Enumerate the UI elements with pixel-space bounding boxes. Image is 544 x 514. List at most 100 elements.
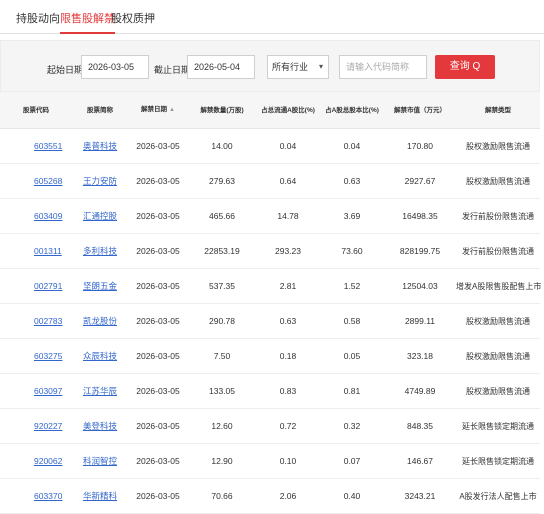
table-row: 001311 多利科技 2026-03-05 22853.19 293.23 73.60 8… (0, 233, 540, 269)
table-body: 603551 奥普科技 2026-03-05 14.00 0.04 0.04 170.80 股… (0, 128, 541, 514)
col-header-qty[interactable]: 解禁数量(万股) (188, 92, 256, 129)
cell-date: 2026-03-05 (128, 233, 188, 269)
cell-value: 170.80 (384, 128, 456, 164)
cell-date: 2026-03-05 (128, 373, 188, 409)
cell-pct-total: 0.32 (320, 408, 384, 444)
cell-name-link[interactable]: 江苏华辰 (83, 386, 117, 396)
cell-pct-float: 0.63 (256, 303, 320, 339)
cell-code-link[interactable]: 605268 (34, 176, 62, 186)
cell-qty: 70.66 (188, 478, 256, 514)
cell-pct-float: 0.04 (256, 128, 320, 164)
cell-date: 2026-03-05 (128, 163, 188, 199)
cell-code: 603097 (0, 373, 72, 409)
sort-icon[interactable]: ▲ (169, 107, 175, 113)
cell-name: 美登科技 (72, 408, 128, 444)
cell-date: 2026-03-05 (128, 408, 188, 444)
industry-select[interactable]: 所有行业 ▾ (267, 55, 329, 79)
cell-pct-float: 14.78 (256, 198, 320, 234)
table-row: 920062 科润智控 2026-03-05 12.90 0.10 0.07 146.67 延… (0, 443, 540, 479)
cell-type: 股权激励限售流通 (456, 128, 540, 164)
col-header-name[interactable]: 股票简称 (72, 92, 128, 129)
cell-value: 323.18 (384, 338, 456, 374)
cell-qty: 290.78 (188, 303, 256, 339)
cell-name: 江苏华辰 (72, 373, 128, 409)
cell-code: 605268 (0, 163, 72, 199)
cell-type: 发行前股份限售流通 (456, 198, 540, 234)
cell-pct-float: 293.23 (256, 233, 320, 269)
cell-code-link[interactable]: 001311 (34, 246, 62, 256)
cell-pct-total: 1.52 (320, 268, 384, 304)
cell-type: 增发A股限售股配售上市 (456, 268, 541, 304)
filter-bar: 起始日期： 2026-03-05 截止日期： 2026-05-04 所有行业 ▾… (0, 40, 540, 92)
cell-qty: 12.90 (188, 443, 256, 479)
cell-value: 4749.89 (384, 373, 456, 409)
cell-name: 坚朗五金 (72, 268, 128, 304)
cell-date: 2026-03-05 (128, 478, 188, 514)
table-row: 603551 奥普科技 2026-03-05 14.00 0.04 0.04 170.80 股… (0, 128, 540, 164)
cell-code-link[interactable]: 920062 (34, 456, 62, 466)
table-row: 002783 凯龙股份 2026-03-05 290.78 0.63 0.58 2899.1… (0, 303, 540, 339)
industry-select-value: 所有行业 (272, 62, 309, 72)
cell-qty: 22853.19 (188, 233, 256, 269)
search-input[interactable]: 请输入代码简称 (339, 55, 427, 79)
cell-name-link[interactable]: 众辰科技 (83, 351, 117, 361)
cell-type: 股权激励限售流通 (456, 373, 540, 409)
col-header-type[interactable]: 解禁类型 (456, 92, 540, 129)
col-header-date[interactable]: 解禁日期 ▲ (128, 92, 188, 129)
start-date-input[interactable]: 2026-03-05 (81, 55, 149, 79)
cell-value: 2927.67 (384, 163, 456, 199)
cell-code-link[interactable]: 603370 (34, 491, 62, 501)
cell-name-link[interactable]: 奥普科技 (83, 141, 117, 151)
cell-value: 146.67 (384, 443, 456, 479)
cell-date: 2026-03-05 (128, 268, 188, 304)
col-header-value[interactable]: 解禁市值（万元） (384, 92, 456, 129)
col-header-pct-float[interactable]: 占总流通A股比(%) (256, 92, 320, 129)
cell-code-link[interactable]: 603409 (34, 211, 62, 221)
table-header-row: 股票代码 股票简称 解禁日期 ▲ 解禁数量(万股) 占总流通A股比(%) 占A股总… (0, 92, 540, 129)
cell-pct-float: 0.18 (256, 338, 320, 374)
cell-code: 001311 (0, 233, 72, 269)
cell-type: 股权激励限售流通 (456, 303, 540, 339)
cell-qty: 7.50 (188, 338, 256, 374)
cell-value: 16498.35 (384, 198, 456, 234)
tab-holding-trends[interactable]: 持股动向 (16, 10, 60, 26)
cell-name-link[interactable]: 华新精科 (83, 491, 117, 501)
query-button[interactable]: 查询 Q (435, 55, 495, 79)
cell-code-link[interactable]: 603551 (34, 141, 62, 151)
cell-type: 股权激励限售流通 (456, 163, 540, 199)
cell-name: 华新精科 (72, 478, 128, 514)
cell-name-link[interactable]: 科润智控 (83, 456, 117, 466)
cell-pct-total: 0.40 (320, 478, 384, 514)
cell-name-link[interactable]: 美登科技 (83, 421, 117, 431)
col-header-code[interactable]: 股票代码 (0, 92, 72, 129)
cell-pct-total: 0.05 (320, 338, 384, 374)
cell-value: 828199.75 (384, 233, 456, 269)
table-row: 605268 王力安防 2026-03-05 279.63 0.64 0.63 2927.6… (0, 163, 540, 199)
unlock-table: 股票代码 股票简称 解禁日期 ▲ 解禁数量(万股) 占总流通A股比(%) 占A股总… (0, 92, 541, 514)
cell-code-link[interactable]: 920227 (34, 421, 62, 431)
table-row: 603097 江苏华辰 2026-03-05 133.05 0.83 0.81 4749.8… (0, 373, 540, 409)
cell-code-link[interactable]: 603275 (34, 351, 62, 361)
cell-type: 延长限售锁定期流通 (456, 443, 540, 479)
cell-code-link[interactable]: 002791 (34, 281, 62, 291)
cell-name-link[interactable]: 凯龙股份 (83, 316, 117, 326)
col-header-pct-total[interactable]: 占A股总股本比(%) (320, 92, 384, 129)
cell-name-link[interactable]: 王力安防 (83, 176, 117, 186)
cell-code-link[interactable]: 603097 (34, 386, 62, 396)
tab-restricted-unlock[interactable]: 限售股解禁 (60, 10, 115, 34)
tab-equity-pledge[interactable]: 股权质押 (111, 10, 155, 26)
tab-bar: 持股动向 限售股解禁 股权质押 (0, 0, 544, 34)
cell-date: 2026-03-05 (128, 198, 188, 234)
cell-name-link[interactable]: 多利科技 (83, 246, 117, 256)
cell-pct-total: 0.04 (320, 128, 384, 164)
cell-name-link[interactable]: 坚朗五金 (83, 281, 117, 291)
cell-pct-total: 73.60 (320, 233, 384, 269)
cell-pct-float: 2.81 (256, 268, 320, 304)
table-row: 603370 华新精科 2026-03-05 70.66 2.06 0.40 3243.21… (0, 478, 540, 514)
cell-code: 603409 (0, 198, 72, 234)
cell-code-link[interactable]: 002783 (34, 316, 62, 326)
cell-code: 002783 (0, 303, 72, 339)
end-date-input[interactable]: 2026-05-04 (187, 55, 255, 79)
cell-name-link[interactable]: 汇通控股 (83, 211, 117, 221)
cell-pct-total: 0.07 (320, 443, 384, 479)
